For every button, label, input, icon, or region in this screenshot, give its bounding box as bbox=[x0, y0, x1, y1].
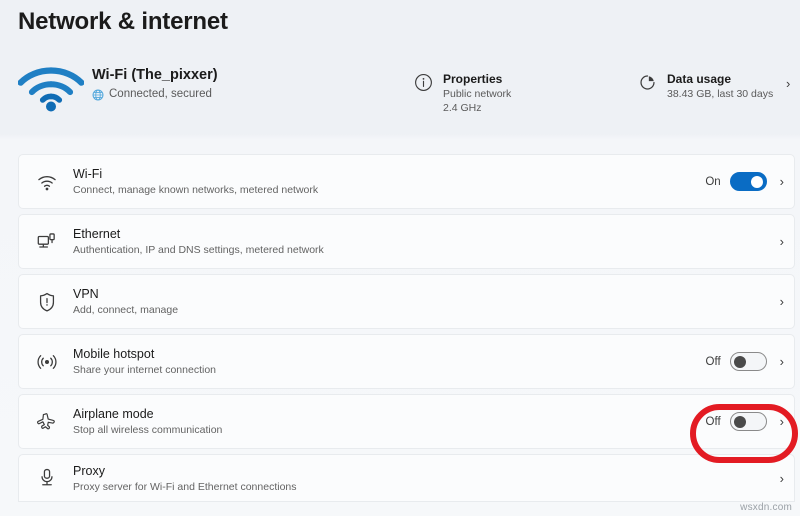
wifi-signal-icon bbox=[18, 67, 84, 112]
settings-row-title: Airplane mode bbox=[73, 407, 154, 421]
settings-row-title: Mobile hotspot bbox=[73, 347, 155, 361]
info-circle-icon bbox=[415, 74, 432, 91]
properties-network-type: Public network bbox=[443, 88, 512, 100]
data-usage-title: Data usage bbox=[667, 72, 732, 86]
properties-band: 2.4 GHz bbox=[443, 102, 482, 114]
ethernet-chevron-icon[interactable]: › bbox=[780, 235, 784, 248]
toggle-knob bbox=[733, 415, 746, 428]
wifi-connection-status-text: Connected, secured bbox=[109, 88, 212, 100]
settings-row-title: Wi-Fi bbox=[73, 167, 103, 181]
settings-row-title: Proxy bbox=[73, 463, 105, 478]
settings-row-wi-fi[interactable]: Wi-Fi Connect, manage known networks, me… bbox=[18, 154, 795, 209]
toggle-knob bbox=[750, 175, 763, 188]
settings-row-ethernet[interactable]: Ethernet Authentication, IP and DNS sett… bbox=[18, 214, 795, 269]
proxy-icon bbox=[33, 464, 61, 492]
data-usage-chevron-icon[interactable]: › bbox=[786, 76, 790, 91]
hotspot-icon bbox=[33, 348, 61, 376]
properties-title: Properties bbox=[443, 72, 503, 86]
network-internet-settings-page: Network & internet Wi-Fi (The_pixxer) Co… bbox=[0, 0, 800, 516]
settings-row-title: Ethernet bbox=[73, 227, 121, 241]
hotspot-chevron-icon[interactable]: › bbox=[780, 355, 784, 368]
data-usage-amount: 38.43 GB, last 30 days bbox=[667, 88, 774, 100]
settings-row-description: Share your internet connection bbox=[73, 364, 217, 376]
settings-row-title: VPN bbox=[73, 287, 99, 301]
settings-row-description: Add, connect, manage bbox=[73, 304, 179, 316]
wifi-toggle[interactable] bbox=[729, 172, 767, 191]
wifi-chevron-icon[interactable]: › bbox=[780, 175, 784, 188]
wifi-icon bbox=[33, 168, 61, 196]
ethernet-icon bbox=[33, 228, 61, 256]
hotspot-toggle-label: Off bbox=[705, 355, 721, 368]
connection-summary: Wi-Fi (The_pixxer) Connected, secured Pr… bbox=[0, 58, 800, 126]
settings-row-description: Authentication, IP and DNS settings, met… bbox=[73, 244, 324, 256]
settings-row-description: Proxy server for Wi-Fi and Ethernet conn… bbox=[73, 480, 297, 493]
airplane-chevron-icon[interactable]: › bbox=[780, 415, 784, 428]
settings-row-vpn[interactable]: VPN Add, connect, manage › bbox=[18, 274, 795, 329]
settings-row-proxy[interactable]: Proxy Proxy server for Wi-Fi and Etherne… bbox=[18, 454, 795, 502]
pie-chart-icon bbox=[640, 75, 655, 90]
airplane-icon bbox=[33, 408, 61, 436]
wifi-connection-status: Connected, secured bbox=[92, 87, 218, 102]
airplane-toggle-label: Off bbox=[705, 415, 721, 428]
settings-row-mobile-hotspot[interactable]: Mobile hotspot Share your internet conne… bbox=[18, 334, 795, 389]
wifi-network-name: Wi-Fi (The_pixxer) bbox=[92, 67, 218, 83]
toggle-knob bbox=[733, 355, 746, 368]
hotspot-toggle[interactable] bbox=[729, 352, 767, 371]
airplane-toggle[interactable] bbox=[729, 412, 767, 431]
shield-icon bbox=[33, 288, 61, 316]
settings-row-description: Connect, manage known networks, metered … bbox=[73, 184, 319, 196]
proxy-chevron-icon[interactable]: › bbox=[780, 472, 784, 485]
settings-row-airplane-mode[interactable]: Airplane mode Stop all wireless communic… bbox=[18, 394, 795, 449]
globe-icon bbox=[92, 89, 104, 100]
watermark: wsxdn.com bbox=[740, 502, 792, 513]
data-usage-summary[interactable]: Data usage 38.43 GB, last 30 days bbox=[638, 72, 773, 101]
page-title: Network & internet bbox=[18, 8, 228, 35]
vpn-chevron-icon[interactable]: › bbox=[780, 295, 784, 308]
settings-list: Wi-Fi Connect, manage known networks, me… bbox=[0, 154, 800, 507]
settings-row-description: Stop all wireless communication bbox=[73, 424, 223, 436]
wifi-status-block[interactable]: Wi-Fi (The_pixxer) Connected, secured bbox=[18, 58, 218, 112]
wifi-toggle-label: On bbox=[705, 175, 721, 188]
properties-summary[interactable]: Properties Public network 2.4 GHz bbox=[414, 72, 511, 115]
